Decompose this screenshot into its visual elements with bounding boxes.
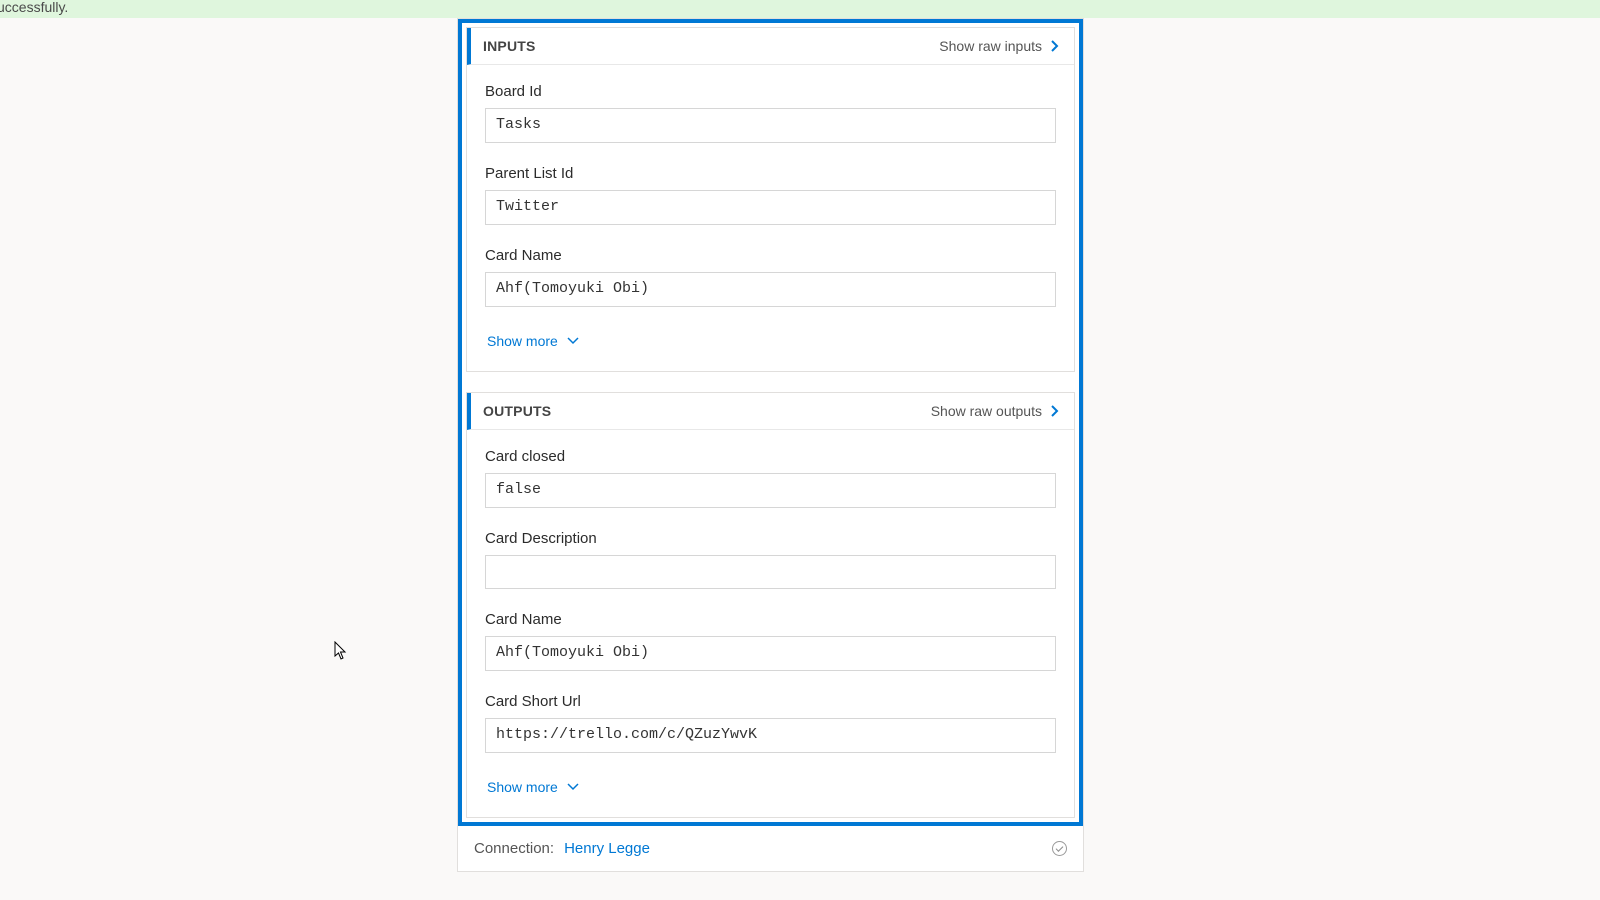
success-banner: successfully.	[0, 0, 1600, 18]
inputs-section: INPUTS Show raw inputs Board Id Tasks Pa…	[466, 27, 1075, 372]
output-field-value[interactable]	[485, 555, 1056, 589]
inputs-show-more-label: Show more	[487, 333, 558, 349]
input-field-label: Board Id	[485, 83, 1056, 100]
connection-check-icon	[1052, 841, 1067, 856]
output-field: Card Short Url https://trello.com/c/QZuz…	[485, 693, 1056, 753]
connection-name[interactable]: Henry Legge	[564, 840, 650, 857]
outputs-title: OUTPUTS	[483, 403, 551, 419]
show-raw-inputs-link[interactable]: Show raw inputs	[939, 38, 1060, 54]
output-field-value[interactable]: https://trello.com/c/QZuzYwvK	[485, 718, 1056, 753]
outputs-header: OUTPUTS Show raw outputs	[467, 393, 1074, 430]
outputs-section: OUTPUTS Show raw outputs Card closed fal…	[466, 392, 1075, 818]
chevron-down-icon	[566, 782, 580, 792]
inputs-title: INPUTS	[483, 38, 536, 54]
output-field-label: Card closed	[485, 448, 1056, 465]
success-banner-text: successfully.	[0, 0, 68, 15]
output-field: Card Description	[485, 530, 1056, 589]
mouse-cursor-icon	[334, 641, 348, 661]
show-raw-outputs-link[interactable]: Show raw outputs	[931, 403, 1060, 419]
input-field: Board Id Tasks	[485, 83, 1056, 143]
input-field-value[interactable]: Tasks	[485, 108, 1056, 143]
outputs-body: Card closed false Card Description Card …	[467, 430, 1074, 817]
output-field: Card closed false	[485, 448, 1056, 508]
output-field-label: Card Name	[485, 611, 1056, 628]
chevron-down-icon	[566, 336, 580, 346]
output-field-label: Card Short Url	[485, 693, 1056, 710]
detail-panel: INPUTS Show raw inputs Board Id Tasks Pa…	[458, 19, 1083, 826]
input-field-value[interactable]: Twitter	[485, 190, 1056, 225]
show-raw-outputs-label: Show raw outputs	[931, 403, 1042, 419]
connection-label: Connection:	[474, 840, 554, 857]
inputs-header: INPUTS Show raw inputs	[467, 28, 1074, 65]
chevron-right-icon	[1050, 39, 1060, 53]
inputs-body: Board Id Tasks Parent List Id Twitter Ca…	[467, 65, 1074, 371]
chevron-right-icon	[1050, 404, 1060, 418]
input-field-label: Parent List Id	[485, 165, 1056, 182]
outputs-show-more-label: Show more	[487, 779, 558, 795]
show-raw-inputs-label: Show raw inputs	[939, 38, 1042, 54]
connection-row: Connection: Henry Legge	[458, 826, 1083, 871]
input-field-value[interactable]: Ahf(Tomoyuki Obi)	[485, 272, 1056, 307]
inputs-show-more[interactable]: Show more	[485, 329, 580, 361]
action-run-card: INPUTS Show raw inputs Board Id Tasks Pa…	[457, 18, 1084, 872]
connection-left: Connection: Henry Legge	[474, 840, 650, 857]
output-field-value[interactable]: Ahf(Tomoyuki Obi)	[485, 636, 1056, 671]
output-field: Card Name Ahf(Tomoyuki Obi)	[485, 611, 1056, 671]
input-field-label: Card Name	[485, 247, 1056, 264]
output-field-label: Card Description	[485, 530, 1056, 547]
output-field-value[interactable]: false	[485, 473, 1056, 508]
outputs-show-more[interactable]: Show more	[485, 775, 580, 807]
input-field: Card Name Ahf(Tomoyuki Obi)	[485, 247, 1056, 307]
input-field: Parent List Id Twitter	[485, 165, 1056, 225]
